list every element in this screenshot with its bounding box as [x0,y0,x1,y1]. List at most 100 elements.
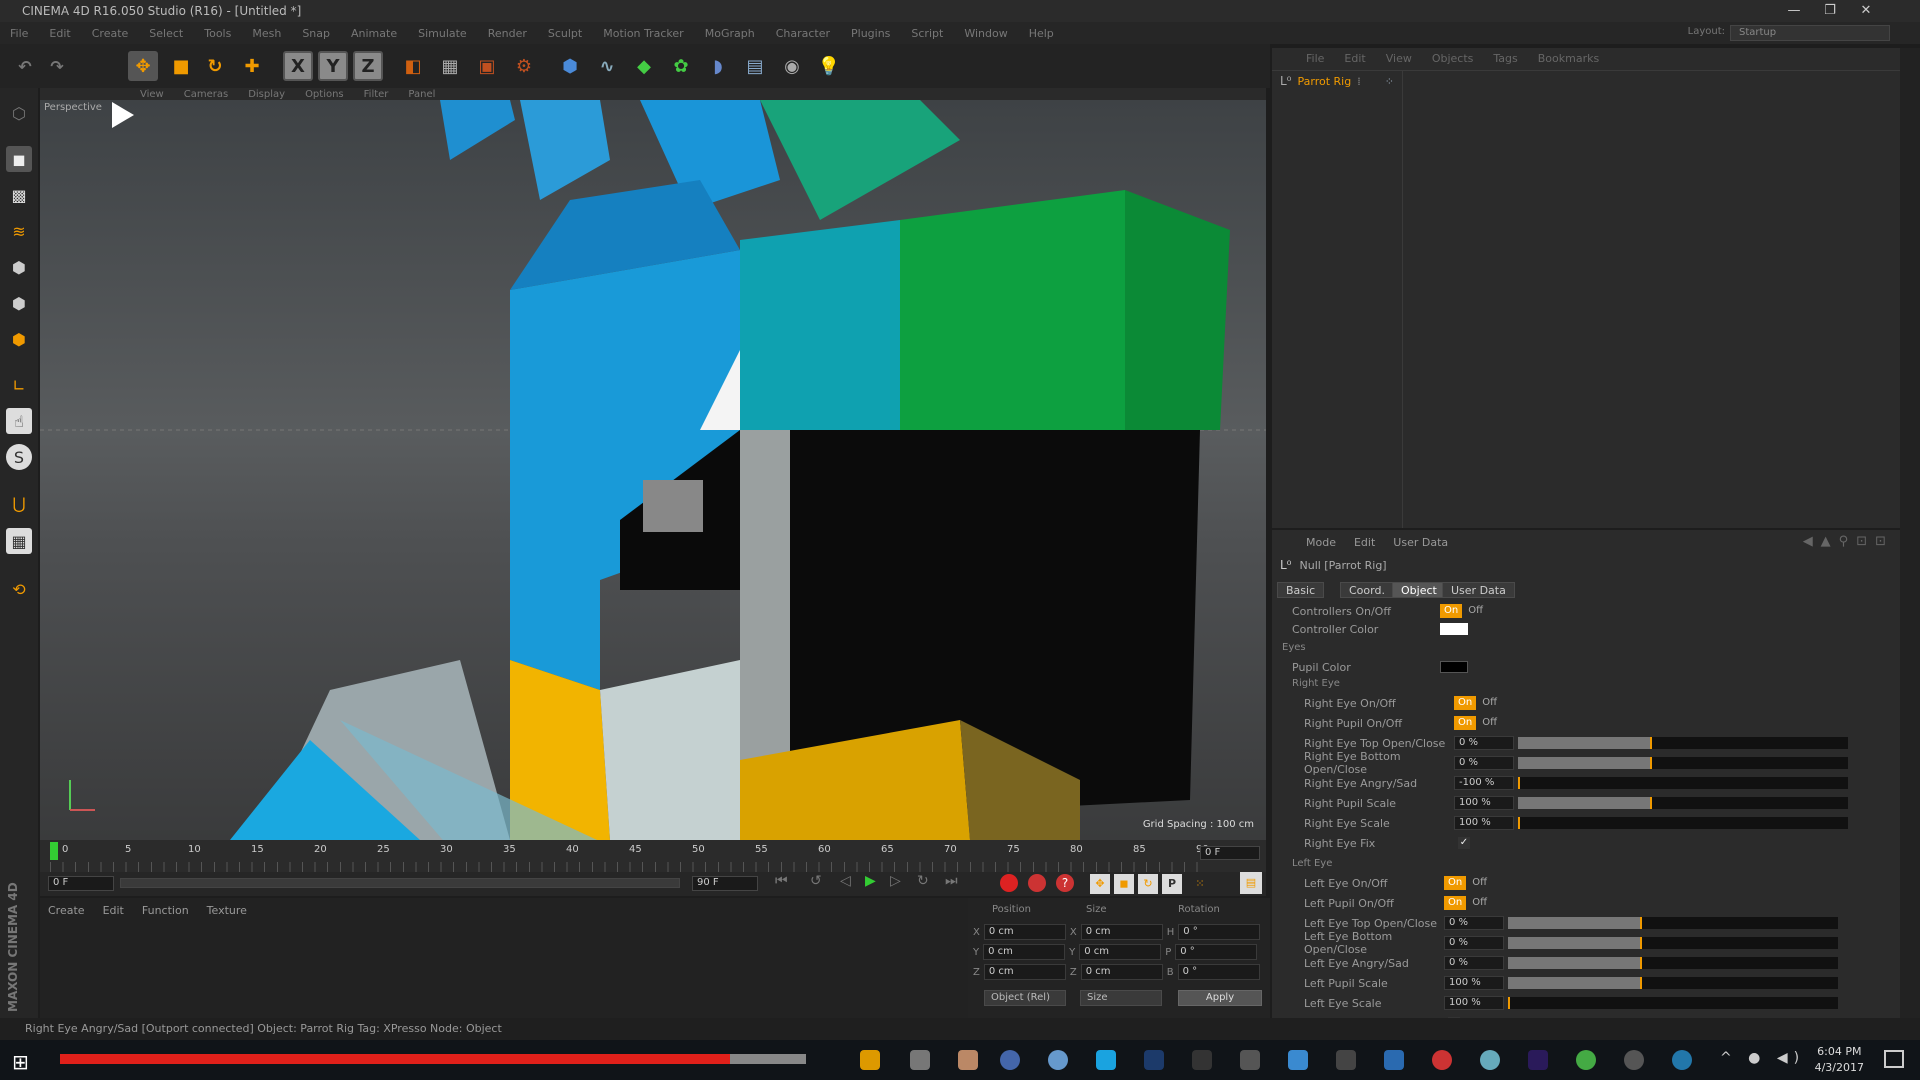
array-icon[interactable]: ✿ [666,51,696,81]
next-frame-icon[interactable]: ▷ [890,873,901,889]
rotate-tool-icon[interactable]: ↻ [200,51,230,81]
play-icon[interactable]: ▶ [865,873,876,889]
snap-icon[interactable]: S [6,444,32,470]
slider-handle[interactable] [1650,757,1652,769]
video-progress-played[interactable] [60,1054,730,1064]
object-menu-item[interactable]: File [1306,52,1324,65]
taskbar-app-icon[interactable] [1384,1050,1404,1070]
menu-item[interactable]: Edit [49,27,70,40]
xpresso-icon[interactable]: ⟲ [6,576,32,602]
on-button[interactable]: On [1454,696,1477,710]
on-button[interactable]: On [1454,716,1477,730]
scene-icon[interactable]: ▤ [740,51,770,81]
taskbar-app-icon[interactable] [1576,1050,1596,1070]
value-field[interactable]: 0 % [1454,736,1514,750]
cube-icon[interactable]: ⬢ [555,51,585,81]
make-editable-icon[interactable]: ⬡ [6,100,32,126]
value-field[interactable]: 100 % [1444,996,1504,1010]
photoshop-icon[interactable] [1144,1050,1164,1070]
attr-tab[interactable]: Coord. [1340,582,1394,598]
on-off-toggle[interactable]: On Off [1444,896,1491,910]
value-slider[interactable] [1518,797,1848,809]
autokey-icon[interactable] [1028,874,1046,892]
taskbar-app-icon[interactable] [1240,1050,1260,1070]
on-button[interactable]: On [1444,896,1467,910]
slider-handle[interactable] [1518,777,1520,789]
checkbox[interactable]: ✓ [1458,837,1470,849]
slider-handle[interactable] [1640,937,1642,949]
deformer-icon[interactable]: ◗ [703,51,733,81]
key-position-icon[interactable]: ✥ [1090,874,1110,894]
play-overlay-icon[interactable] [112,102,134,128]
pupil-color-swatch[interactable] [1440,661,1468,673]
polygons-mode-icon[interactable]: ⬢ [6,326,32,352]
rotation-field[interactable]: 0 ° [1178,924,1261,940]
playhead[interactable] [50,842,58,860]
value-field[interactable]: 0 % [1444,916,1504,930]
goto-start-icon[interactable]: ⏮ [775,873,788,889]
value-slider[interactable] [1518,757,1848,769]
taskbar-app-icon[interactable] [910,1050,930,1070]
coord-mode-select[interactable]: Object (Rel) [984,990,1066,1006]
value-field[interactable]: 100 % [1454,816,1514,830]
redo-frame-icon[interactable]: ↻ [917,873,929,889]
value-slider[interactable] [1518,777,1848,789]
object-menu-item[interactable]: Tags [1493,52,1517,65]
rotation-field[interactable]: 0 ° [1177,964,1260,980]
workplane-icon[interactable]: ≋ [6,218,32,244]
attr-tab[interactable]: Basic [1277,582,1325,598]
menu-item[interactable]: Window [964,27,1007,40]
size-mode-select[interactable]: Size [1080,990,1162,1006]
value-slider[interactable] [1518,737,1848,749]
menu-item[interactable]: Create [92,27,129,40]
off-button[interactable]: Off [1478,696,1501,710]
viewport-3d[interactable]: Perspective Grid Spacing : 100 cm [40,100,1266,840]
skype-icon[interactable] [1096,1050,1116,1070]
current-frame-field[interactable]: 0 F [1200,846,1260,860]
nurbs-icon[interactable]: ◆ [629,51,659,81]
visibility-dots-icon[interactable]: ⁞ [1357,75,1361,88]
attribute-menu-item[interactable]: User Data [1393,536,1448,549]
menu-item[interactable]: Mesh [252,27,281,40]
end-frame-field[interactable]: 90 F [692,876,758,891]
menu-item[interactable]: Animate [351,27,397,40]
viewport-menu-item[interactable]: Panel [408,89,435,100]
menu-item[interactable]: Sculpt [548,27,582,40]
size-field[interactable]: 0 cm [1080,964,1163,980]
taskbar-app-icon[interactable] [1000,1050,1020,1070]
left-section-header[interactable]: Left Eye [1292,858,1332,869]
move-tool-icon[interactable]: ✥ [128,51,158,81]
material-menu-item[interactable]: Texture [207,904,247,917]
slider-handle[interactable] [1640,977,1642,989]
value-field[interactable]: -100 % [1454,776,1514,790]
menu-item[interactable]: Select [149,27,183,40]
value-field[interactable]: 0 % [1454,756,1514,770]
chrome-icon[interactable] [1432,1050,1452,1070]
slider-handle[interactable] [1508,997,1510,1009]
value-slider[interactable] [1508,977,1838,989]
viewport-menu-item[interactable]: View [140,89,164,100]
on-button[interactable]: On [1440,604,1463,618]
light-icon[interactable]: 💡 [814,51,844,81]
slider-handle[interactable] [1650,797,1652,809]
value-slider[interactable] [1508,917,1838,929]
position-field[interactable]: 0 cm [983,924,1066,940]
close-button[interactable]: ✕ [1848,0,1884,22]
attr-nav-icons[interactable]: ◀▲⚲⊡⊡ [1803,534,1894,549]
menu-item[interactable]: Render [488,27,527,40]
add-tool-icon[interactable]: ✚ [237,51,267,81]
viewport-menu-item[interactable]: Cameras [184,89,228,100]
windows-start-icon[interactable]: ⊞ [12,1050,29,1074]
menu-item[interactable]: Snap [302,27,330,40]
maximize-button[interactable]: ❐ [1812,0,1848,22]
cinema4d-icon[interactable] [1624,1050,1644,1070]
value-slider[interactable] [1518,817,1848,829]
taskbar-app-icon[interactable] [1048,1050,1068,1070]
taskbar-app-icon[interactable] [958,1050,978,1070]
object-menu-item[interactable]: View [1386,52,1412,65]
x-axis-button[interactable]: X [283,51,313,81]
taskbar-app-icon[interactable] [1336,1050,1356,1070]
value-slider[interactable] [1508,937,1838,949]
on-button[interactable]: On [1444,876,1467,890]
taskbar-app-icon[interactable] [1672,1050,1692,1070]
